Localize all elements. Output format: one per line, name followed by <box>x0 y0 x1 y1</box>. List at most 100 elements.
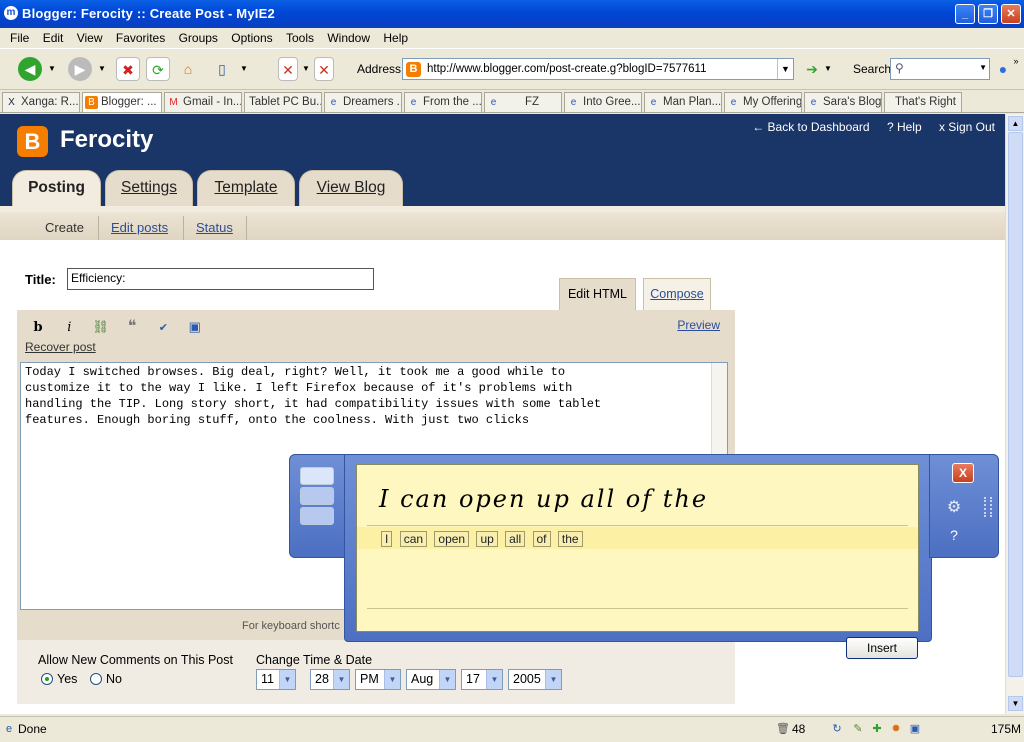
menu-view[interactable]: View <box>77 28 103 48</box>
link-icon[interactable]: ⛓ <box>90 316 112 338</box>
recognized-word[interactable]: open <box>434 531 470 547</box>
tab-blogger[interactable]: B Blogger: ... <box>82 92 162 112</box>
scroll-up-icon[interactable]: ▲ <box>1008 116 1023 131</box>
tab-fromthe[interactable]: e From the ... <box>404 92 482 112</box>
tip-drag-grip-icon[interactable] <box>984 497 992 517</box>
tab-compose[interactable]: Compose <box>643 278 711 310</box>
tab-thatsright[interactable]: That's Right <box>884 92 962 112</box>
month-select[interactable]: Aug ▼ <box>406 669 456 690</box>
minimize-button[interactable]: _ <box>955 4 975 24</box>
sign-out-link[interactable]: x Sign Out <box>939 120 995 134</box>
back-icon[interactable]: ◀ <box>18 57 42 81</box>
tip-help-icon[interactable]: ? <box>943 527 965 549</box>
comments-no-radio[interactable]: No <box>90 672 122 686</box>
menu-help[interactable]: Help <box>383 28 408 48</box>
toolbar-overflow-icon[interactable]: » <box>1010 49 1022 73</box>
back-to-dashboard-link[interactable]: ← Back to Dashboard <box>752 120 869 134</box>
refresh-status-icon[interactable]: ↻ <box>830 722 844 736</box>
day-select[interactable]: 17 ▼ <box>461 669 503 690</box>
insert-button[interactable]: Insert <box>846 637 918 659</box>
bold-button[interactable]: b <box>27 317 49 339</box>
tab-tabletpc[interactable]: Tablet PC Bu... <box>244 92 322 112</box>
search-input[interactable]: ⚲ ▼ <box>890 58 990 80</box>
tab-manplan[interactable]: e Man Plan... <box>644 92 722 112</box>
menu-edit[interactable]: Edit <box>43 28 64 48</box>
spellcheck-icon[interactable]: ✔ <box>152 317 174 339</box>
tab-gmail[interactable]: M Gmail - In... <box>164 92 242 112</box>
search-go-icon[interactable]: ● <box>996 57 1010 81</box>
go-icon[interactable]: ➔ <box>800 57 824 81</box>
page-dropdown-icon[interactable]: ▼ <box>238 57 250 81</box>
page-scrollbar[interactable]: ▲ ▼ <box>1005 114 1024 714</box>
character-pad-mode-icon[interactable] <box>300 487 334 505</box>
subnav-status[interactable]: Status <box>196 220 233 235</box>
tip-options-gear-icon[interactable]: ⚙ <box>943 497 965 519</box>
tab-edit-html[interactable]: Edit HTML <box>559 278 636 310</box>
keyboard-mode-icon[interactable] <box>300 507 334 525</box>
tab-xanga[interactable]: X Xanga: R... <box>2 92 80 112</box>
subnav-create[interactable]: Create <box>45 220 84 235</box>
recognized-word[interactable]: can <box>399 531 428 547</box>
search-dropdown-icon[interactable]: ▼ <box>979 63 987 72</box>
tab-settings[interactable]: Settings <box>105 170 193 206</box>
tab-posting[interactable]: Posting <box>12 170 101 208</box>
stop-icon[interactable]: ✖ <box>116 57 140 81</box>
pen-icon[interactable]: ✎ <box>851 722 865 736</box>
comments-yes-radio[interactable]: Yes <box>41 672 77 686</box>
close-dropdown-icon[interactable]: ▼ <box>300 57 312 81</box>
close-window-button[interactable]: ✕ <box>1001 4 1021 24</box>
ampm-select[interactable]: PM ▼ <box>355 669 401 690</box>
menu-groups[interactable]: Groups <box>179 28 218 48</box>
recognized-word[interactable]: I <box>381 531 393 547</box>
close-all-icon[interactable]: ✕ <box>314 57 334 81</box>
recover-post-link[interactable]: Recover post <box>25 340 96 354</box>
trash-icon[interactable]: 🗑 <box>776 722 790 736</box>
year-select[interactable]: 2005 ▼ <box>508 669 562 690</box>
go-dropdown-icon[interactable]: ▼ <box>822 57 834 81</box>
tab-fz[interactable]: e FZ <box>484 92 562 112</box>
recognized-word[interactable]: all <box>505 531 526 547</box>
scroll-thumb[interactable] <box>1008 132 1023 677</box>
close-tab-icon[interactable]: ✕ <box>278 57 298 81</box>
recognized-word[interactable]: up <box>476 531 498 547</box>
refresh-icon[interactable]: ⟳ <box>146 57 170 81</box>
minute-select[interactable]: 28 ▼ <box>310 669 350 690</box>
scroll-down-icon[interactable]: ▼ <box>1008 696 1023 711</box>
maximize-button[interactable]: ❐ <box>978 4 998 24</box>
menu-file[interactable]: File <box>10 28 29 48</box>
tab-myoffering[interactable]: e My Offering <box>724 92 802 112</box>
menu-favorites[interactable]: Favorites <box>116 28 165 48</box>
address-url[interactable]: http://www.blogger.com/post-create.g?blo… <box>427 63 706 75</box>
post-title-input[interactable]: Efficiency: <box>67 268 374 290</box>
tab-view-blog[interactable]: View Blog <box>299 170 403 206</box>
menu-window[interactable]: Window <box>327 28 370 48</box>
add-icon[interactable]: ✚ <box>870 722 884 736</box>
back-dropdown-icon[interactable]: ▼ <box>46 57 58 81</box>
tab-intogree[interactable]: e Into Gree... <box>564 92 642 112</box>
menu-tools[interactable]: Tools <box>286 28 314 48</box>
new-page-icon[interactable]: ▯ <box>210 57 234 81</box>
subnav-edit-posts[interactable]: Edit posts <box>111 220 168 235</box>
help-link[interactable]: ? Help <box>887 120 922 134</box>
window-status-icon[interactable]: ▣ <box>908 722 922 736</box>
address-dropdown-icon[interactable]: ▼ <box>777 59 793 79</box>
recognized-word[interactable]: the <box>557 531 583 547</box>
forward-icon[interactable]: ▶ <box>68 57 92 81</box>
blockquote-icon[interactable]: ❝ <box>121 316 143 338</box>
tab-sarasblog[interactable]: e Sara's Blog <box>804 92 882 112</box>
home-icon[interactable]: ⌂ <box>176 57 200 81</box>
address-bar[interactable]: B http://www.blogger.com/post-create.g?b… <box>402 58 794 80</box>
hour-select[interactable]: 11 ▼ <box>256 669 296 690</box>
writing-pad-mode-icon[interactable] <box>300 467 334 485</box>
menu-options[interactable]: Options <box>231 28 272 48</box>
tip-close-button[interactable]: X <box>952 463 974 483</box>
recognized-word[interactable]: of <box>532 531 551 547</box>
settings-status-icon[interactable]: ✹ <box>889 722 903 736</box>
image-icon[interactable]: ▣ <box>184 316 206 338</box>
italic-button[interactable]: i <box>58 317 80 339</box>
preview-link[interactable]: Preview <box>677 318 720 332</box>
tip-writing-pad[interactable]: I can open up all of the I can open up a… <box>356 464 919 632</box>
tab-dreamers[interactable]: e Dreamers ... <box>324 92 402 112</box>
forward-dropdown-icon[interactable]: ▼ <box>96 57 108 81</box>
tab-template[interactable]: Template <box>197 170 295 206</box>
